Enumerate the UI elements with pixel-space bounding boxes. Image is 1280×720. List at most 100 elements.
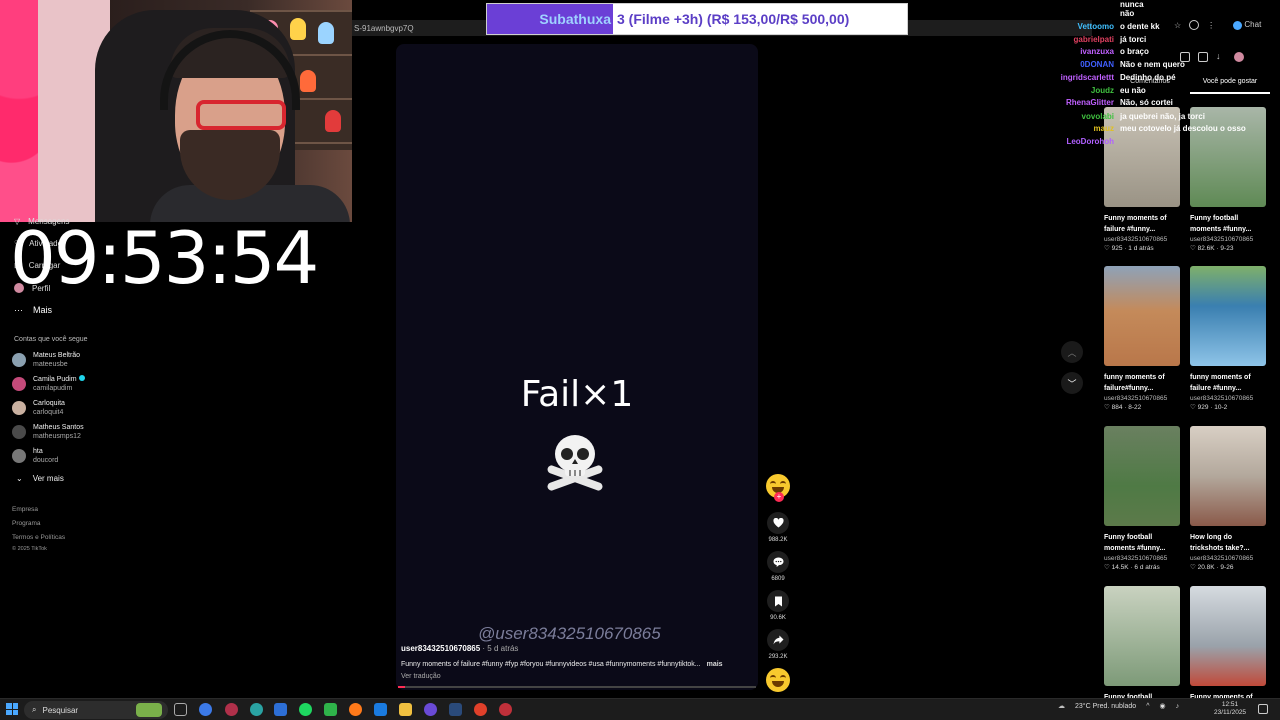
banner-text: 3 (Filme +3h) (R$ 153,00/R$ 500,00) [617,11,850,27]
chat-message: não [1030,9,1134,18]
spotify-icon[interactable] [299,703,312,716]
like-button[interactable]: 988.2K [766,512,790,543]
taskbar-clock[interactable]: 12:51 23/11/2025 [1214,701,1246,717]
steam-icon[interactable] [449,703,462,716]
video-thumbnail [1104,586,1180,686]
following-account[interactable]: Mateus Beltrão mateeusbe [12,351,80,369]
previous-video-button[interactable]: ︿ [1061,341,1083,363]
notification-icon[interactable] [1258,704,1268,714]
card-date: 1 d atrás [1128,245,1154,252]
following-account[interactable]: Matheus Santos matheusmps12 [12,423,84,441]
share-count: 293.2K [768,654,788,660]
chat-username[interactable]: ivanzuxa [1030,47,1114,56]
card-meta: ♡ 20.8K · 9-26 [1190,564,1234,571]
edge-icon[interactable] [250,703,263,716]
video-thumbnail [1190,426,1266,526]
laughing-face-icon [766,668,790,692]
sound-button[interactable] [766,668,790,692]
chat-message: ivanzuxa o braço [1030,47,1149,56]
comment-button[interactable]: 6809 [766,551,790,582]
copilot-icon[interactable] [199,703,212,716]
chat-username[interactable]: mauz [1030,124,1114,133]
recommended-video-card[interactable]: Funny football [1104,586,1180,703]
heart-outline-icon: ♡ [1190,245,1196,252]
see-more-button[interactable]: ⌄ Ver mais [16,474,64,483]
chat-text: meu cotovelo já descolou o osso [1120,124,1246,133]
share-button[interactable]: 293.2K [766,629,790,660]
save-button[interactable]: 90.6K [766,590,790,621]
chat-username[interactable]: 0DONAN [1030,60,1114,69]
sidebar-item-more[interactable]: ··· Mais [14,305,52,315]
chat-message: LeoDorohoh [1030,137,1120,146]
chat-text: ja quebrei não, ja torci [1120,112,1205,121]
card-likes: 82.6K [1197,245,1215,252]
donation-banner: Subathuxa 3 (Filme +3h) (R$ 153,00/R$ 50… [486,3,908,35]
comment-count: 6809 [771,576,785,582]
video-thumbnail [1190,586,1266,686]
outlook-icon[interactable] [374,703,387,716]
following-account[interactable]: Carloquita carloquit4 [12,399,65,417]
following-account[interactable]: hta doucord [12,447,58,465]
card-user: user83432510670865 [1190,236,1254,243]
calculator-icon[interactable] [324,703,337,716]
card-meta: ♡ 884 · 8-22 [1104,404,1142,411]
store-icon[interactable] [274,703,287,716]
account-user: matheusmps12 [33,433,81,440]
heart-outline-icon: ♡ [1104,404,1110,411]
card-title: funny moments of failure #funny... [1190,374,1251,392]
following-account[interactable]: Camila Pudim camilapudim [12,375,85,393]
record-icon[interactable] [499,703,512,716]
author-avatar-button[interactable]: + [766,474,790,502]
recommended-video-card[interactable]: Funny moments of [1190,586,1266,703]
chat-username[interactable]: Joudz [1030,86,1114,95]
video-progress-fill [398,686,406,688]
recommended-video-card[interactable]: Funny football moments #funny... user834… [1104,426,1180,571]
firefox-icon[interactable] [349,703,362,716]
obs-icon[interactable] [474,703,487,716]
task-view-icon[interactable] [174,703,187,716]
like-count: 988.2K [768,537,788,543]
account-name: Camila Pudim [33,376,77,383]
translate-link[interactable]: Ver tradução [401,673,441,680]
chat-username[interactable]: gabrielpati [1030,35,1114,44]
video-player[interactable]: Fail×1 [396,44,758,690]
app-icon[interactable] [225,703,238,716]
chevron-down-icon: ﹀ [1067,378,1077,389]
footer-link-company[interactable]: Empresa [12,506,38,513]
chat-username[interactable]: ingridscarlettt [1030,73,1114,82]
card-likes: 929 [1197,404,1209,411]
avatar [12,377,26,391]
description-more-button[interactable]: mais [707,661,723,668]
taskbar-search[interactable]: ⌕ Pesquisar [24,701,168,719]
video-watermark: @user83432510670865 [478,624,661,643]
comment-icon [767,551,789,573]
footer-link-terms[interactable]: Termos e Políticas [12,534,65,541]
network-icon[interactable]: ◉ [1159,702,1165,710]
windows-start-icon[interactable] [6,703,18,715]
browser-url[interactable]: S-91awnbgvp7Q [354,24,414,33]
discord-icon[interactable] [424,703,437,716]
video-progress-bar[interactable] [398,686,756,688]
file-explorer-icon[interactable] [399,703,412,716]
footer-link-program[interactable]: Programa [12,520,41,527]
chat-username[interactable]: RhenaGlitter [1030,98,1114,107]
next-video-button[interactable]: ﹀ [1061,372,1083,394]
chevron-up-icon[interactable]: ^ [1146,703,1149,710]
volume-icon[interactable]: ♪ [1176,703,1180,710]
chat-message: Joudz eu não [1030,86,1146,95]
taskbar-date: 23/11/2025 [1214,709,1247,716]
windows-taskbar: ⌕ Pesquisar ☁ 23°C Pred. nublado ^ ◉ ♪ 1… [0,698,1280,720]
card-likes: 20.8K [1197,564,1215,571]
chat-username[interactable]: Vettoomo [1030,22,1114,31]
video-thumbnail [1104,266,1180,366]
video-author[interactable]: user83432510670865 · 5 d atrás [401,644,518,653]
recommended-video-card[interactable]: How long do trickshots take?... user8343… [1190,426,1266,571]
chat-text: já torci [1120,35,1147,44]
chat-username[interactable]: vovolabi [1030,112,1114,121]
weather-text[interactable]: 23°C Pred. nublado [1075,703,1136,710]
chat-username[interactable]: LeoDorohoh [1030,137,1114,146]
recommended-video-card[interactable]: funny moments of failure #funny... user8… [1190,266,1266,411]
heart-icon [767,512,789,534]
chat-text: eu não [1120,86,1146,95]
recommended-video-card[interactable]: funny moments of failure#funny... user83… [1104,266,1180,411]
